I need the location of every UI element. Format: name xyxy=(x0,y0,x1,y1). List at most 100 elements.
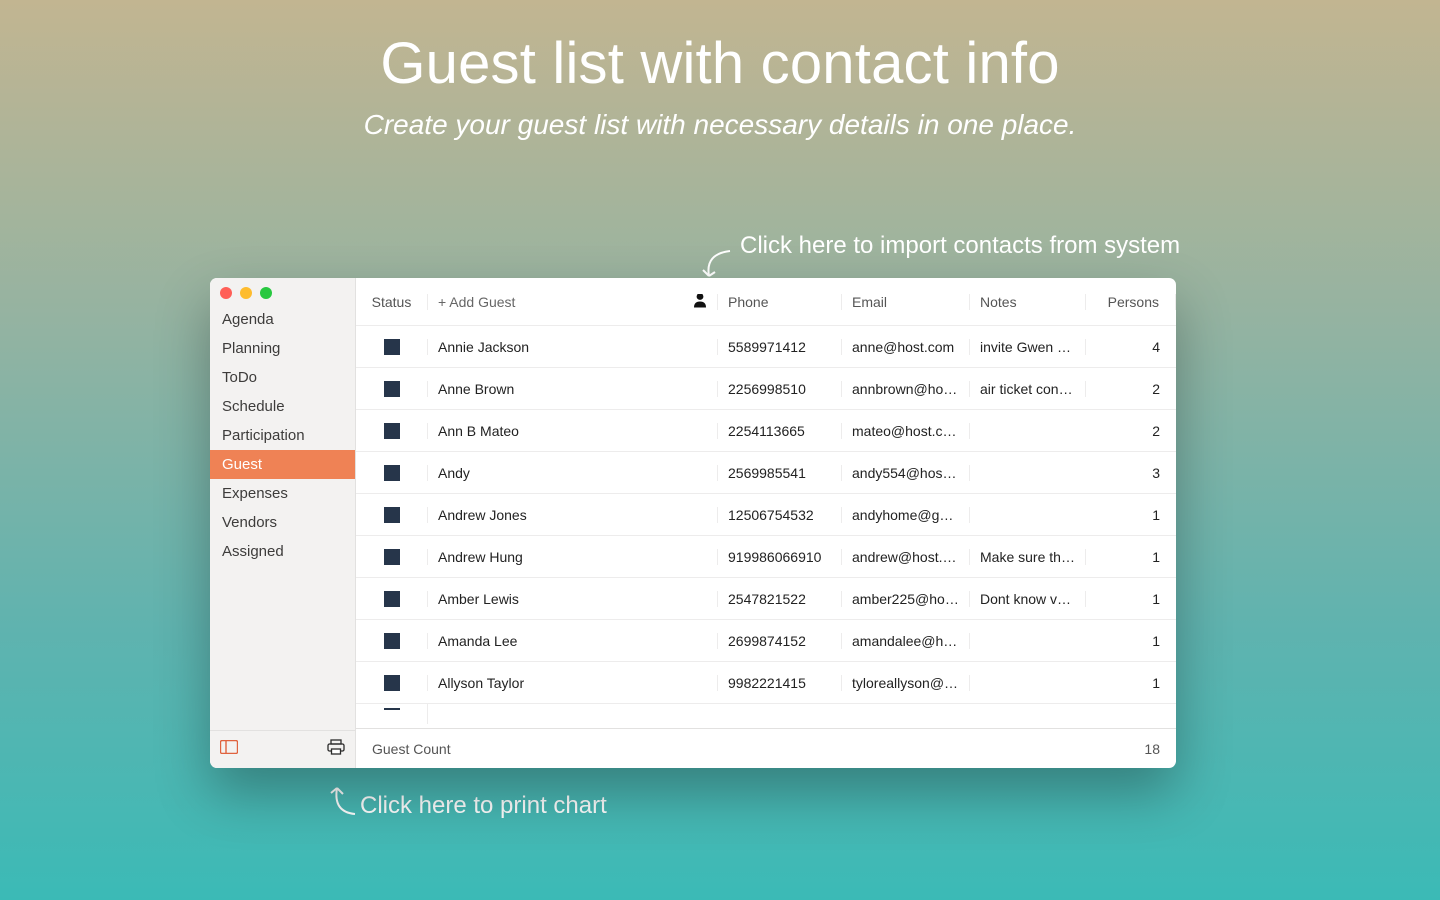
table-row[interactable]: Anne Brown2256998510annbrown@host…air ti… xyxy=(356,368,1176,410)
hero-title: Guest list with contact info xyxy=(0,0,1440,97)
cell-status[interactable] xyxy=(356,381,428,397)
sidebar-footer xyxy=(210,730,355,768)
cell-email[interactable]: anne@host.com xyxy=(842,339,970,355)
cell-name[interactable]: Ann B Mateo xyxy=(428,423,718,439)
cell-phone[interactable]: 12506754532 xyxy=(718,507,842,523)
cell-status[interactable] xyxy=(356,423,428,439)
cell-status[interactable] xyxy=(356,675,428,691)
header-email[interactable]: Email xyxy=(842,294,970,310)
table-row[interactable]: Ann B Mateo2254113665mateo@host.com 2 xyxy=(356,410,1176,452)
table-row[interactable]: Andrew Jones12506754532andyhome@gm… 1 xyxy=(356,494,1176,536)
cell-notes[interactable]: Make sure they… xyxy=(970,549,1086,565)
hero-title-light: with xyxy=(624,31,761,96)
arrow-print-icon xyxy=(325,782,361,822)
table-row[interactable]: Allyson Taylor9982221415tyloreallyson@h…… xyxy=(356,662,1176,704)
cell-status[interactable] xyxy=(356,339,428,355)
cell-email[interactable]: andy554@host.com xyxy=(842,465,970,481)
cell-persons[interactable]: 1 xyxy=(1086,633,1176,649)
header-persons[interactable]: Persons xyxy=(1086,294,1176,310)
sidebar-item-planning[interactable]: Planning xyxy=(210,334,355,363)
cell-email[interactable]: tyloreallyson@h… xyxy=(842,675,970,691)
sidebar-item-expenses[interactable]: Expenses xyxy=(210,479,355,508)
sidebar-item-agenda[interactable]: Agenda xyxy=(210,305,355,334)
cell-status[interactable] xyxy=(356,633,428,649)
print-icon[interactable] xyxy=(327,739,345,760)
cell-name[interactable]: Amanda Lee xyxy=(428,633,718,649)
status-box-icon[interactable] xyxy=(384,381,400,397)
cell-persons[interactable]: 1 xyxy=(1086,507,1176,523)
import-contacts-icon[interactable] xyxy=(693,294,707,310)
sidebar-item-vendors[interactable]: Vendors xyxy=(210,508,355,537)
sidebar-item-participation[interactable]: Participation xyxy=(210,421,355,450)
cell-persons[interactable]: 1 xyxy=(1086,675,1176,691)
cell-phone[interactable]: 919986066910 xyxy=(718,549,842,565)
cell-persons[interactable]: 4 xyxy=(1086,339,1176,355)
sidebar-item-schedule[interactable]: Schedule xyxy=(210,392,355,421)
cell-phone[interactable]: 2569985541 xyxy=(718,465,842,481)
cell-email[interactable]: amandalee@ho… xyxy=(842,633,970,649)
cell-name[interactable]: Allyson Taylor xyxy=(428,675,718,691)
table-row[interactable]: Andy2569985541andy554@host.com 3 xyxy=(356,452,1176,494)
cell-notes[interactable]: invite Gwen also xyxy=(970,339,1086,355)
cell-phone[interactable]: 5589971412 xyxy=(718,339,842,355)
cell-notes[interactable]: Dont know ven… xyxy=(970,591,1086,607)
cell-persons[interactable]: 2 xyxy=(1086,423,1176,439)
cell-persons[interactable]: 1 xyxy=(1086,549,1176,565)
status-box-icon[interactable] xyxy=(384,591,400,607)
cell-status[interactable] xyxy=(356,507,428,523)
cell-name[interactable]: Andy xyxy=(428,465,718,481)
window-controls xyxy=(210,278,355,303)
table-row[interactable]: Annie Jackson5589971412anne@host.cominvi… xyxy=(356,326,1176,368)
zoom-icon[interactable] xyxy=(260,287,272,299)
cell-name[interactable]: Andrew Jones xyxy=(428,507,718,523)
header-phone[interactable]: Phone xyxy=(718,294,842,310)
cell-phone[interactable]: 2256998510 xyxy=(718,381,842,397)
sidebar-item-todo[interactable]: ToDo xyxy=(210,363,355,392)
cell-persons[interactable]: 3 xyxy=(1086,465,1176,481)
table-body[interactable]: Annie Jackson5589971412anne@host.cominvi… xyxy=(356,326,1176,728)
cell-name[interactable]: Anne Brown xyxy=(428,381,718,397)
cell-phone[interactable]: 2254113665 xyxy=(718,423,842,439)
cell-notes[interactable]: air ticket confir… xyxy=(970,381,1086,397)
table-row[interactable]: Amber Lewis2547821522amber225@host…Dont … xyxy=(356,578,1176,620)
status-box-icon[interactable] xyxy=(384,339,400,355)
sidebar: AgendaPlanningToDoScheduleParticipationG… xyxy=(210,278,356,768)
layout-toggle-icon[interactable] xyxy=(220,740,238,759)
sidebar-item-assigned[interactable]: Assigned xyxy=(210,537,355,566)
cell-status[interactable] xyxy=(356,465,428,481)
status-box-icon[interactable] xyxy=(384,507,400,523)
cell-phone[interactable]: 2699874152 xyxy=(718,633,842,649)
table-row[interactable]: Andrew Hung919986066910andrew@host.comMa… xyxy=(356,536,1176,578)
callout-print: Click here to print chart xyxy=(360,792,607,820)
cell-phone[interactable]: 2547821522 xyxy=(718,591,842,607)
status-box-icon[interactable] xyxy=(384,675,400,691)
header-add-guest[interactable]: + Add Guest xyxy=(428,294,718,310)
cell-email[interactable]: amber225@host… xyxy=(842,591,970,607)
minimize-icon[interactable] xyxy=(240,287,252,299)
sidebar-item-guest[interactable]: Guest xyxy=(210,450,355,479)
cell-persons[interactable]: 1 xyxy=(1086,591,1176,607)
hero-subtitle: Create your guest list with necessary de… xyxy=(0,109,1440,141)
cell-email[interactable]: andyhome@gm… xyxy=(842,507,970,523)
cell-email[interactable]: annbrown@host… xyxy=(842,381,970,397)
cell-phone[interactable]: 9982221415 xyxy=(718,675,842,691)
cell-persons[interactable]: 2 xyxy=(1086,381,1176,397)
cell-email[interactable]: mateo@host.com xyxy=(842,423,970,439)
cell-email[interactable]: andrew@host.com xyxy=(842,549,970,565)
status-box-icon[interactable] xyxy=(384,423,400,439)
status-box-icon[interactable] xyxy=(384,465,400,481)
close-icon[interactable] xyxy=(220,287,232,299)
add-guest-label: + Add Guest xyxy=(438,294,515,310)
callout-import: Click here to import contacts from syste… xyxy=(740,232,1180,260)
guest-table: Status + Add Guest Phone Email Notes Per… xyxy=(356,278,1176,768)
status-box-icon[interactable] xyxy=(384,633,400,649)
header-status[interactable]: Status xyxy=(356,294,428,310)
header-notes[interactable]: Notes xyxy=(970,294,1086,310)
cell-status[interactable] xyxy=(356,591,428,607)
cell-name[interactable]: Andrew Hung xyxy=(428,549,718,565)
cell-name[interactable]: Annie Jackson xyxy=(428,339,718,355)
table-row[interactable]: Amanda Lee2699874152amandalee@ho… 1 xyxy=(356,620,1176,662)
cell-status[interactable] xyxy=(356,549,428,565)
status-box-icon[interactable] xyxy=(384,549,400,565)
cell-name[interactable]: Amber Lewis xyxy=(428,591,718,607)
